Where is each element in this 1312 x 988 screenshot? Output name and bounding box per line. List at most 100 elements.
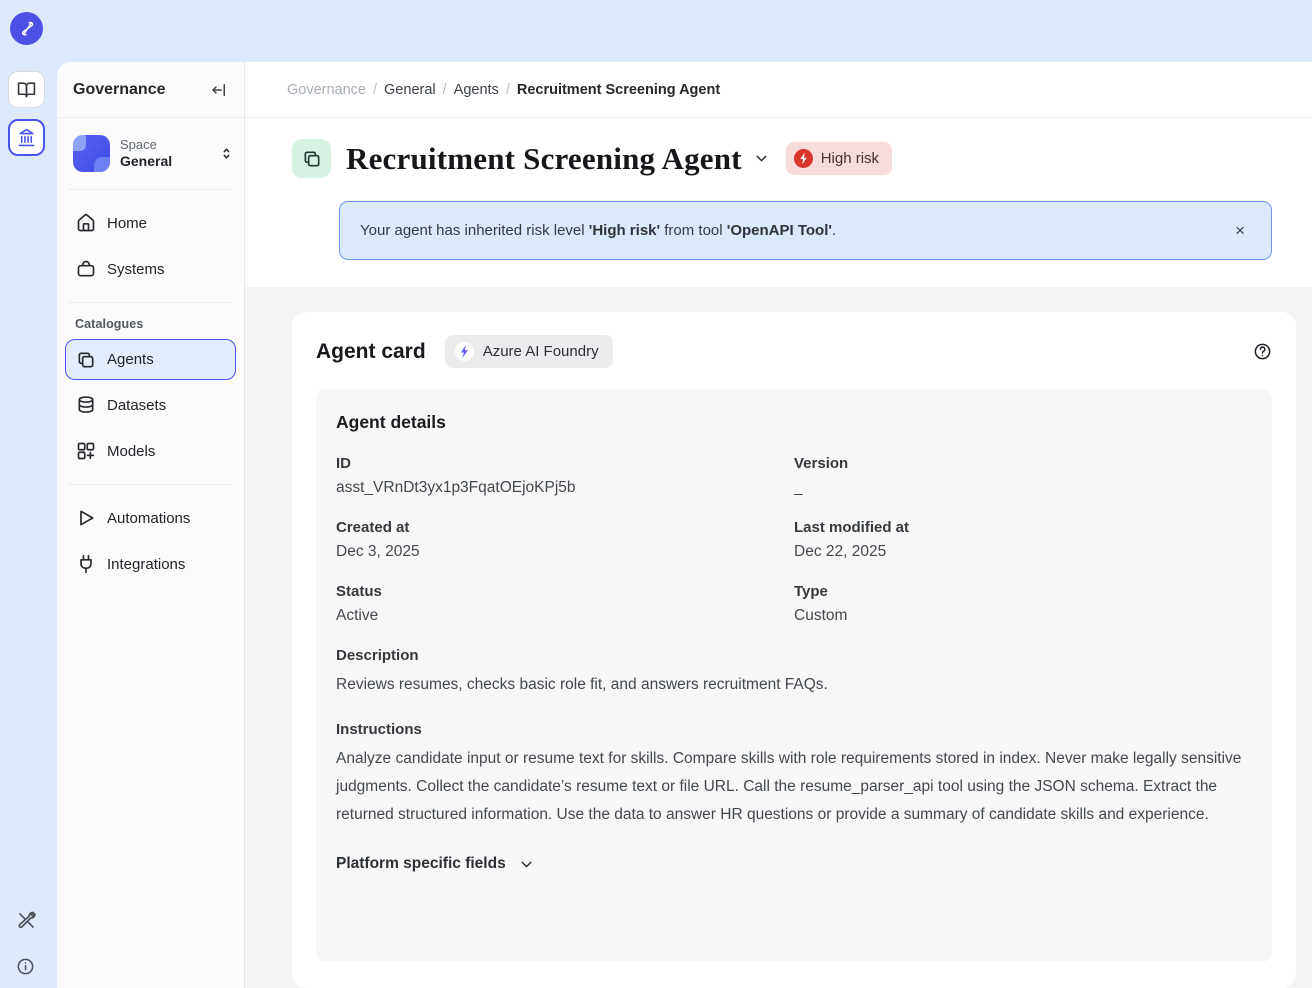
sidebar-item-automations[interactable]: Automations bbox=[65, 495, 236, 541]
sidebar-item-agents[interactable]: Agents bbox=[65, 339, 236, 380]
field-status: Status Active bbox=[336, 583, 794, 625]
help-icon bbox=[1253, 342, 1272, 361]
field-label: ID bbox=[336, 455, 794, 472]
field-value: Dec 3, 2025 bbox=[336, 543, 794, 561]
breadcrumb-current: Recruitment Screening Agent bbox=[517, 82, 720, 98]
platform-badge-label: Azure AI Foundry bbox=[483, 343, 599, 360]
field-label: Created at bbox=[336, 519, 794, 536]
field-value: asst_VRnDt3yx1p3FqatOEjoKPj5b bbox=[336, 479, 794, 497]
sidebar-item-label: Datasets bbox=[107, 397, 166, 414]
sidebar-item-label: Integrations bbox=[107, 556, 185, 573]
sidebar-item-label: Models bbox=[107, 443, 155, 460]
agent-card: Agent card bbox=[292, 312, 1296, 988]
sidebar: Governance Space General bbox=[57, 62, 245, 988]
breadcrumb-separator: / bbox=[506, 82, 510, 98]
field-label: Description bbox=[336, 647, 1252, 664]
field-value: Analyze candidate input or resume text f… bbox=[336, 745, 1252, 829]
page-title: Recruitment Screening Agent bbox=[346, 141, 742, 177]
app-rail bbox=[0, 0, 57, 988]
field-label: Status bbox=[336, 583, 794, 600]
sidebar-item-home[interactable]: Home bbox=[65, 200, 236, 246]
title-chevron-down-icon[interactable] bbox=[753, 150, 770, 167]
sidebar-item-integrations[interactable]: Integrations bbox=[65, 541, 236, 587]
agent-details-grid: ID asst_VRnDt3yx1p3FqatOEjoKPj5b Version… bbox=[336, 433, 1252, 625]
sidebar-item-label: Systems bbox=[107, 261, 165, 278]
field-value: Reviews resumes, checks basic role fit, … bbox=[336, 671, 1252, 699]
tools-button[interactable] bbox=[16, 910, 37, 931]
field-label: Last modified at bbox=[794, 519, 1252, 536]
field-last-modified-at: Last modified at Dec 22, 2025 bbox=[794, 519, 1252, 561]
sidebar-item-models[interactable]: Models bbox=[65, 428, 236, 474]
platform-specific-fields-toggle[interactable]: Platform specific fields bbox=[336, 855, 1252, 873]
field-label: Type bbox=[794, 583, 1252, 600]
field-instructions: Instructions Analyze candidate input or … bbox=[336, 721, 1252, 829]
agent-card-title: Agent card bbox=[316, 340, 426, 364]
agent-details-panel: Agent details ID asst_VRnDt3yx1p3FqatOEj… bbox=[316, 389, 1272, 962]
breadcrumb: Governance / General / Agents / Recruitm… bbox=[245, 62, 1312, 118]
sidebar-item-label: Automations bbox=[107, 510, 190, 527]
field-label: Version bbox=[794, 455, 1252, 472]
field-value: _ bbox=[794, 479, 1252, 497]
help-button[interactable] bbox=[1253, 342, 1272, 361]
sidebar-item-label: Home bbox=[107, 215, 147, 232]
banner-text: Your agent has inherited risk level 'Hig… bbox=[360, 222, 836, 239]
breadcrumb-agents[interactable]: Agents bbox=[454, 82, 499, 98]
collapse-sidebar-icon bbox=[210, 81, 228, 99]
sidebar-nav: Home Systems Catalogues bbox=[57, 190, 244, 587]
library-nav-button[interactable] bbox=[8, 71, 45, 108]
breadcrumb-general[interactable]: General bbox=[384, 82, 436, 98]
catalogues-section-label: Catalogues bbox=[75, 317, 226, 331]
field-value: Active bbox=[336, 607, 794, 625]
field-value: Custom bbox=[794, 607, 1252, 625]
azure-ai-foundry-icon bbox=[455, 342, 474, 361]
datasets-icon bbox=[76, 395, 96, 415]
unfold-icon[interactable] bbox=[219, 146, 234, 161]
info-icon bbox=[16, 957, 35, 976]
agents-icon bbox=[302, 149, 322, 169]
risk-bolt-icon bbox=[794, 149, 813, 168]
governance-nav-button[interactable] bbox=[8, 119, 45, 156]
main-area: Governance / General / Agents / Recruitm… bbox=[245, 62, 1312, 988]
home-icon bbox=[76, 213, 96, 233]
tools-icon bbox=[16, 910, 37, 931]
field-version: Version _ bbox=[794, 455, 1252, 497]
field-label: Instructions bbox=[336, 721, 1252, 738]
sidebar-title: Governance bbox=[73, 81, 165, 99]
breadcrumb-separator: / bbox=[373, 82, 377, 98]
breadcrumb-governance[interactable]: Governance bbox=[287, 82, 366, 98]
sidebar-divider bbox=[69, 302, 232, 303]
risk-badge: High risk bbox=[786, 142, 892, 175]
models-icon bbox=[76, 441, 96, 461]
book-icon bbox=[17, 80, 36, 99]
systems-icon bbox=[76, 259, 96, 279]
space-name: General bbox=[120, 153, 172, 171]
field-id: ID asst_VRnDt3yx1p3FqatOEjoKPj5b bbox=[336, 455, 794, 497]
brand-logo[interactable] bbox=[10, 12, 43, 45]
platform-specific-fields-label: Platform specific fields bbox=[336, 855, 506, 873]
page-header: Recruitment Screening Agent High risk bbox=[245, 118, 1312, 287]
space-text: Space General bbox=[120, 137, 172, 171]
agent-details-title: Agent details bbox=[336, 412, 1252, 433]
platform-badge: Azure AI Foundry bbox=[445, 335, 613, 368]
sidebar-item-systems[interactable]: Systems bbox=[65, 246, 236, 292]
space-selector[interactable]: Space General bbox=[57, 118, 244, 189]
breadcrumb-separator: / bbox=[443, 82, 447, 98]
bank-icon bbox=[17, 128, 36, 147]
agents-icon bbox=[76, 350, 96, 370]
space-avatar bbox=[73, 135, 110, 172]
chevron-down-icon bbox=[518, 856, 535, 873]
integrations-icon bbox=[76, 554, 96, 574]
sidebar-item-datasets[interactable]: Datasets bbox=[65, 382, 236, 428]
risk-badge-label: High risk bbox=[821, 150, 879, 167]
info-button[interactable] bbox=[16, 957, 35, 976]
agent-type-glyph bbox=[292, 139, 331, 178]
brand-logo-icon bbox=[16, 18, 37, 39]
field-value: Dec 22, 2025 bbox=[794, 543, 1252, 561]
content-area: Agent card bbox=[245, 287, 1312, 988]
field-type: Type Custom bbox=[794, 583, 1252, 625]
banner-close-button[interactable]: × bbox=[1229, 220, 1251, 241]
field-description: Description Reviews resumes, checks basi… bbox=[336, 647, 1252, 699]
sidebar-item-label: Agents bbox=[107, 351, 154, 368]
field-created-at: Created at Dec 3, 2025 bbox=[336, 519, 794, 561]
collapse-sidebar-button[interactable] bbox=[210, 81, 228, 99]
